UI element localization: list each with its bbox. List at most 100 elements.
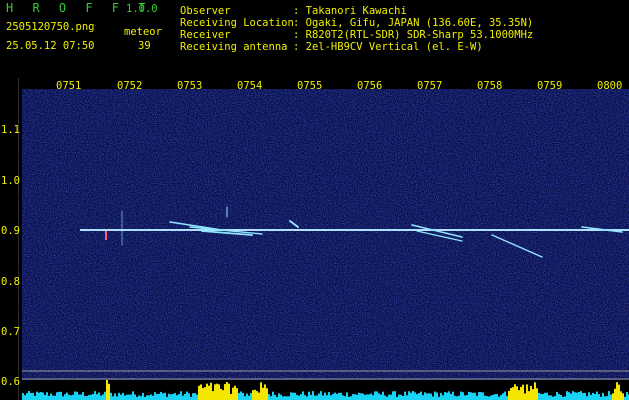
level-bar [122, 392, 124, 400]
level-bar [300, 394, 302, 400]
level-bar [216, 383, 218, 400]
level-bar [614, 388, 616, 400]
level-bar [514, 384, 516, 400]
level-bar [484, 395, 486, 400]
level-bar [564, 396, 566, 400]
level-bar [586, 396, 588, 400]
level-bar [54, 395, 56, 400]
level-bar [402, 395, 404, 400]
level-bar [106, 380, 108, 400]
level-bar [534, 382, 536, 400]
level-bar [584, 392, 586, 400]
level-bar [370, 393, 372, 400]
level-bar [332, 393, 334, 400]
level-bar [502, 393, 504, 400]
level-bar [582, 393, 584, 400]
info-label-antenna: Receiving antenna [180, 41, 288, 53]
level-bar [426, 393, 428, 400]
freq-label: 1.0 [1, 175, 20, 187]
level-bar [604, 396, 606, 400]
level-bar [394, 391, 396, 400]
level-bar [60, 391, 62, 400]
level-bar [118, 392, 120, 400]
level-bar [524, 393, 526, 400]
level-bar [536, 388, 538, 400]
level-bar [36, 391, 38, 400]
level-bar [466, 395, 468, 400]
level-bar [38, 392, 40, 400]
level-bar [268, 394, 270, 400]
info-value-receiver: : R820T2(RTL-SDR) SDR-Sharp 53.1000MHz [293, 29, 534, 41]
spectrogram-waterfall [22, 89, 629, 400]
level-bar [574, 392, 576, 400]
level-bar [390, 394, 392, 400]
level-bar [32, 392, 34, 400]
level-bar [550, 395, 552, 400]
level-bar [532, 389, 534, 400]
level-bar [570, 393, 572, 400]
level-bar [344, 396, 346, 400]
level-bar [492, 394, 494, 400]
level-bar [256, 391, 258, 400]
level-bar [246, 393, 248, 400]
level-bar [538, 392, 540, 400]
level-bar [126, 394, 128, 400]
level-bar [278, 393, 280, 400]
level-bar [330, 395, 332, 400]
level-bar [76, 391, 78, 400]
image-filename: 2505120750.png [6, 21, 95, 33]
level-bar [272, 391, 274, 400]
level-bar [50, 393, 52, 400]
level-bar [206, 383, 208, 400]
level-bar [112, 396, 114, 400]
level-bar [120, 394, 122, 400]
level-bar [30, 392, 32, 400]
level-bar [496, 394, 498, 400]
level-bar [480, 392, 482, 400]
info-value-location: : Ogaki, Gifu, JAPAN (136.60E, 35.35N) [293, 17, 534, 29]
record-datetime: 25.05.12 07:50 [6, 40, 95, 52]
level-bar [156, 394, 158, 400]
level-bar [616, 382, 618, 400]
level-bar [104, 391, 106, 400]
level-bar [612, 393, 614, 400]
level-bar [74, 391, 76, 400]
level-bar [500, 395, 502, 400]
level-bar [440, 393, 442, 400]
level-bar [592, 392, 594, 400]
level-bar [222, 390, 224, 400]
level-bar [444, 392, 446, 400]
level-bar [78, 394, 80, 400]
level-bar [82, 392, 84, 400]
level-bar [530, 385, 532, 400]
level-bar [504, 391, 506, 400]
level-bar [606, 396, 608, 400]
level-bar [62, 396, 64, 400]
level-bar [220, 388, 222, 400]
level-bar [200, 384, 202, 400]
waterfall-noise [22, 89, 629, 400]
level-bar [476, 395, 478, 400]
info-value-observer: : Takanori Kawachi [293, 5, 407, 17]
level-bar [94, 391, 96, 400]
level-bar [568, 392, 570, 400]
level-bar [322, 395, 324, 400]
level-bar [446, 392, 448, 400]
level-bar [182, 395, 184, 400]
level-bar [194, 393, 196, 400]
level-bar [204, 387, 206, 400]
level-bar [178, 394, 180, 400]
level-bar [290, 392, 292, 400]
level-bar [598, 394, 600, 400]
level-bar [338, 392, 340, 400]
level-bar [176, 395, 178, 400]
level-bar [70, 395, 72, 400]
level-bar [350, 396, 352, 400]
level-bar [518, 390, 520, 400]
level-bar [318, 393, 320, 400]
level-bar [498, 396, 500, 400]
level-bar [380, 394, 382, 400]
level-bar [520, 386, 522, 400]
level-bar [298, 395, 300, 400]
level-bar [314, 395, 316, 400]
